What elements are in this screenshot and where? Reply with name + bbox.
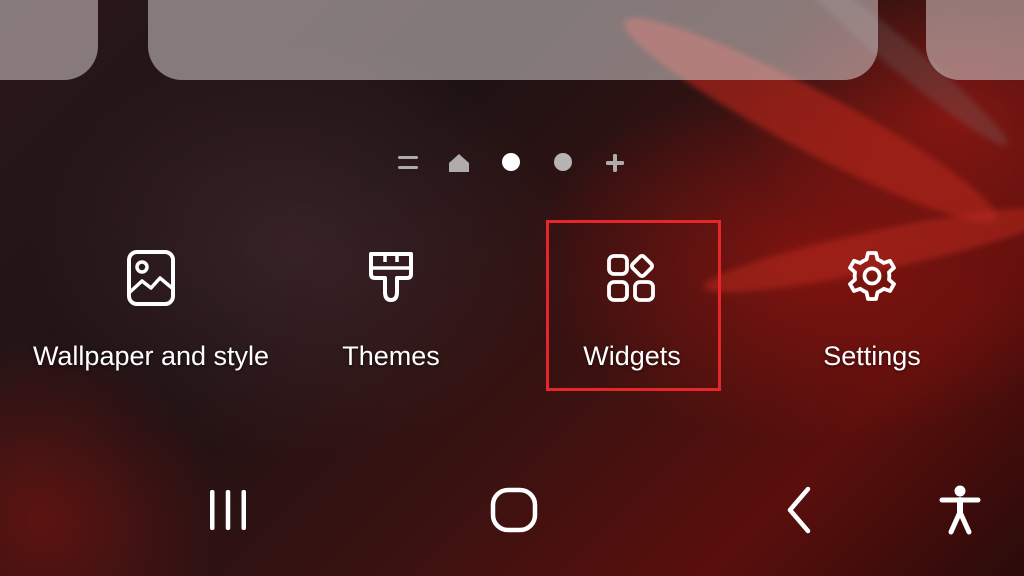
home-page-preview-right[interactable] xyxy=(926,0,1024,80)
wallpaper-and-style-label: Wallpaper and style xyxy=(32,341,270,371)
page-dot-active[interactable] xyxy=(502,153,520,171)
accessibility-icon[interactable] xyxy=(930,480,990,540)
back-icon[interactable] xyxy=(770,480,830,540)
gear-icon xyxy=(848,251,896,301)
home-page-preview-left[interactable] xyxy=(0,0,98,80)
paintbrush-icon xyxy=(369,252,413,302)
home-screen-edit-mode: Wallpaper and style Themes Widgets Setti… xyxy=(0,0,1024,576)
home-icon[interactable] xyxy=(484,480,544,540)
edit-options: Wallpaper and style Themes Widgets Setti… xyxy=(0,240,1024,420)
settings-option[interactable]: Settings xyxy=(752,240,992,375)
plus-icon[interactable] xyxy=(604,152,626,174)
settings-label: Settings xyxy=(823,341,921,371)
wallpaper-and-style-option[interactable]: Wallpaper and style xyxy=(31,240,271,375)
themes-option[interactable]: Themes xyxy=(271,240,511,375)
menu-icon[interactable] xyxy=(398,155,418,171)
home-page-preview-current[interactable] xyxy=(148,0,878,80)
wallpaper-icon xyxy=(127,250,175,306)
navigation-bar xyxy=(0,470,1024,550)
widgets-highlight-box xyxy=(546,220,721,391)
page-dot-inactive[interactable] xyxy=(554,153,572,171)
themes-label: Themes xyxy=(342,341,440,371)
home-icon[interactable] xyxy=(448,153,470,173)
page-indicator xyxy=(392,148,632,178)
recents-icon[interactable] xyxy=(198,480,258,540)
